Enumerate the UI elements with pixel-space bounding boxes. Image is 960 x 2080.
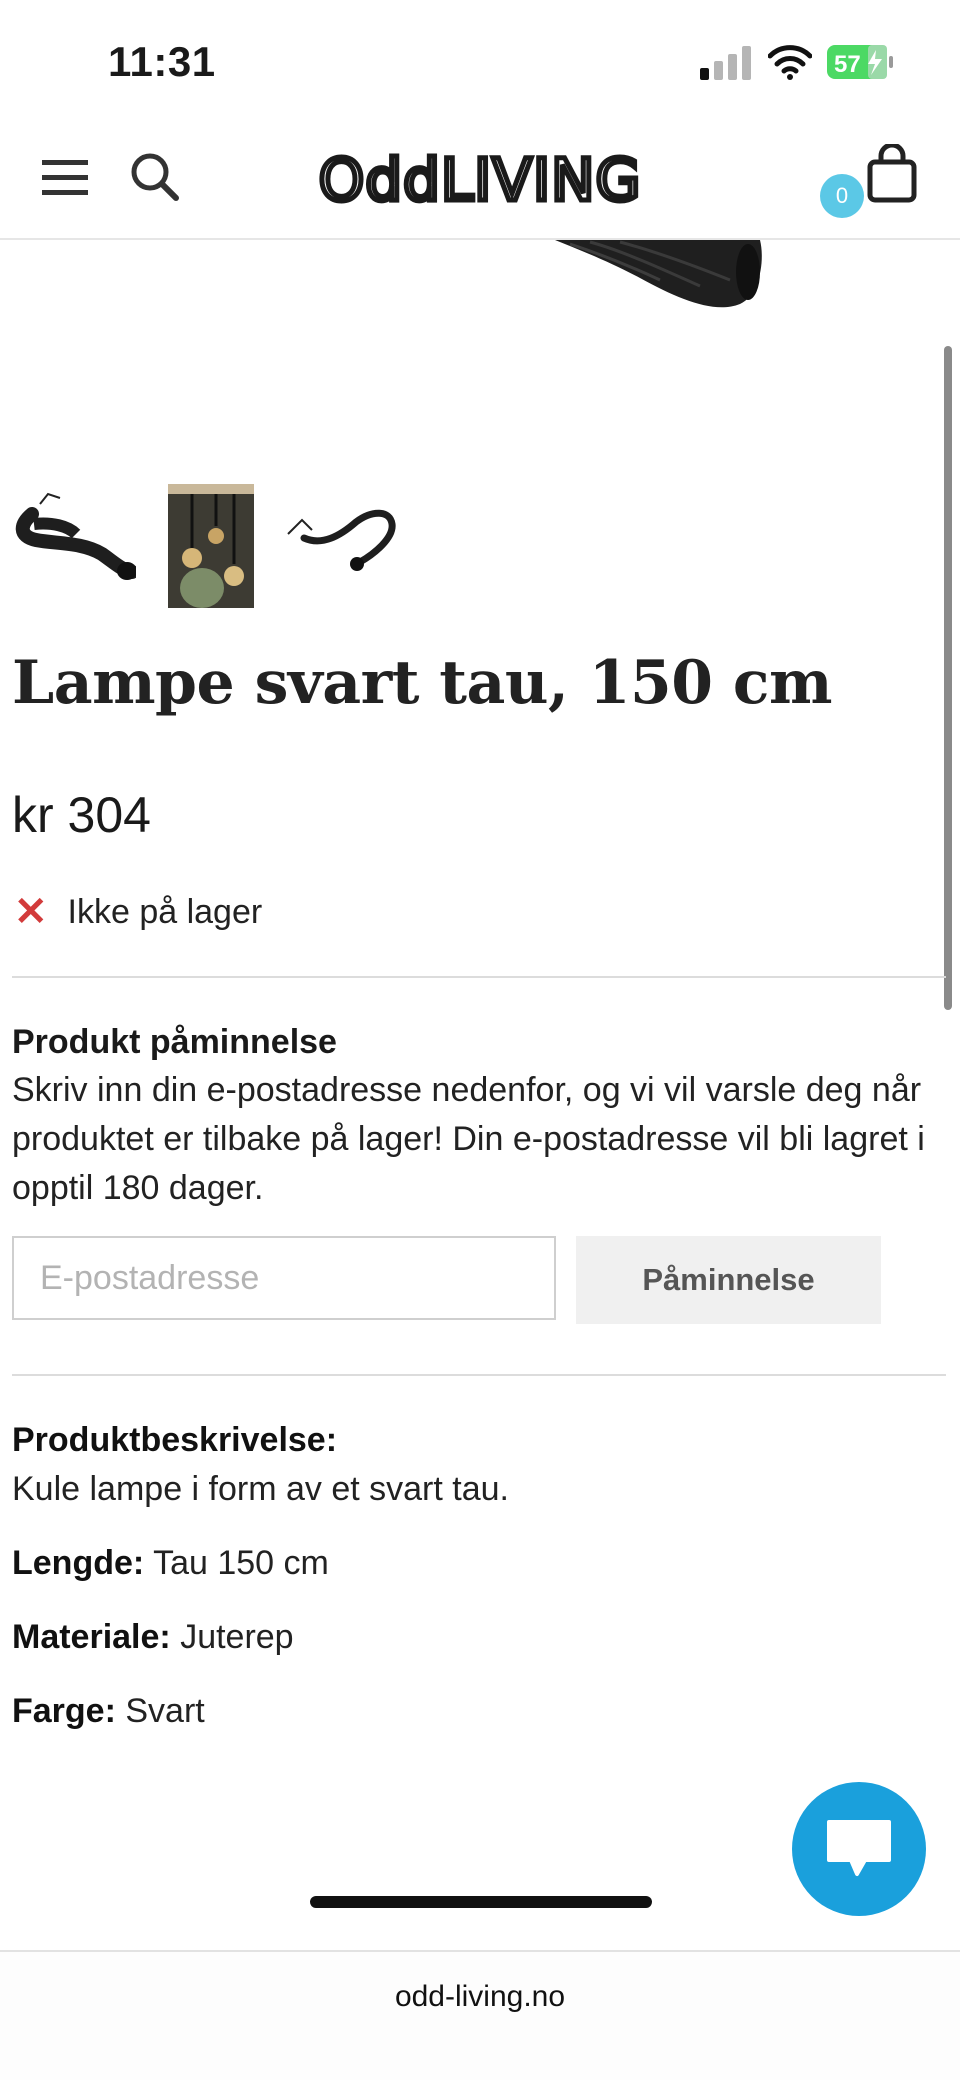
product-reminder-section: Produkt påminnelse Skriv inn din e-posta… bbox=[12, 1018, 942, 1213]
spec-color: Farge: Svart bbox=[12, 1692, 205, 1730]
spec-material: Materiale: Juterep bbox=[12, 1618, 294, 1656]
x-icon: ✕ bbox=[14, 890, 48, 934]
reminder-button[interactable]: Påminnelse bbox=[576, 1236, 881, 1324]
stock-status: ✕ Ikke på lager bbox=[14, 892, 262, 932]
battery-level: 57 bbox=[834, 51, 861, 78]
logo-text: OddLIVING bbox=[319, 146, 642, 214]
cellular-signal-icon bbox=[700, 46, 751, 80]
product-description: Produktbeskrivelse: Kule lampe i form av… bbox=[12, 1416, 942, 1736]
wifi-icon bbox=[768, 45, 812, 80]
stock-status-text: Ikke på lager bbox=[67, 892, 263, 931]
site-logo[interactable]: OddLIVING bbox=[310, 144, 650, 214]
address-domain[interactable]: odd-living.no bbox=[0, 1980, 960, 2014]
rope-lamp-image bbox=[555, 240, 762, 308]
chat-icon bbox=[827, 1820, 891, 1876]
battery-icon: 57 bbox=[827, 45, 893, 79]
chat-button[interactable] bbox=[792, 1782, 926, 1916]
product-main-image[interactable] bbox=[0, 240, 960, 470]
description-heading: Produktbeskrivelse: bbox=[12, 1421, 338, 1459]
browser-address-bar[interactable]: odd-living.no bbox=[0, 1950, 960, 2080]
product-price: kr 304 bbox=[12, 787, 151, 843]
product-title: Lampe svart tau, 150 cm bbox=[12, 648, 832, 718]
reminder-heading: Produkt påminnelse bbox=[12, 1023, 337, 1061]
home-indicator[interactable] bbox=[310, 1896, 652, 1908]
thumbnail-3[interactable] bbox=[282, 484, 410, 608]
menu-icon[interactable] bbox=[40, 152, 92, 204]
reminder-text: Skriv inn din e-postadresse nedenfor, og… bbox=[12, 1071, 925, 1207]
page-scrollbar[interactable] bbox=[944, 346, 952, 1010]
shopping-bag-icon[interactable] bbox=[862, 144, 922, 204]
email-field[interactable] bbox=[12, 1236, 556, 1320]
thumbnail-2[interactable] bbox=[168, 484, 254, 608]
site-header: OddLIVING 0 bbox=[0, 120, 960, 240]
status-bar: 11:31 57 bbox=[0, 0, 960, 120]
thumbnail-1[interactable] bbox=[12, 484, 136, 608]
description-text: Kule lampe i form av et svart tau. bbox=[12, 1470, 509, 1508]
search-icon[interactable] bbox=[128, 150, 182, 204]
divider bbox=[12, 1374, 946, 1376]
spec-length: Lengde: Tau 150 cm bbox=[12, 1544, 329, 1582]
divider bbox=[12, 976, 946, 978]
product-thumbnails bbox=[12, 484, 412, 614]
cart-count-badge[interactable]: 0 bbox=[820, 174, 864, 218]
status-time: 11:31 bbox=[108, 38, 216, 85]
